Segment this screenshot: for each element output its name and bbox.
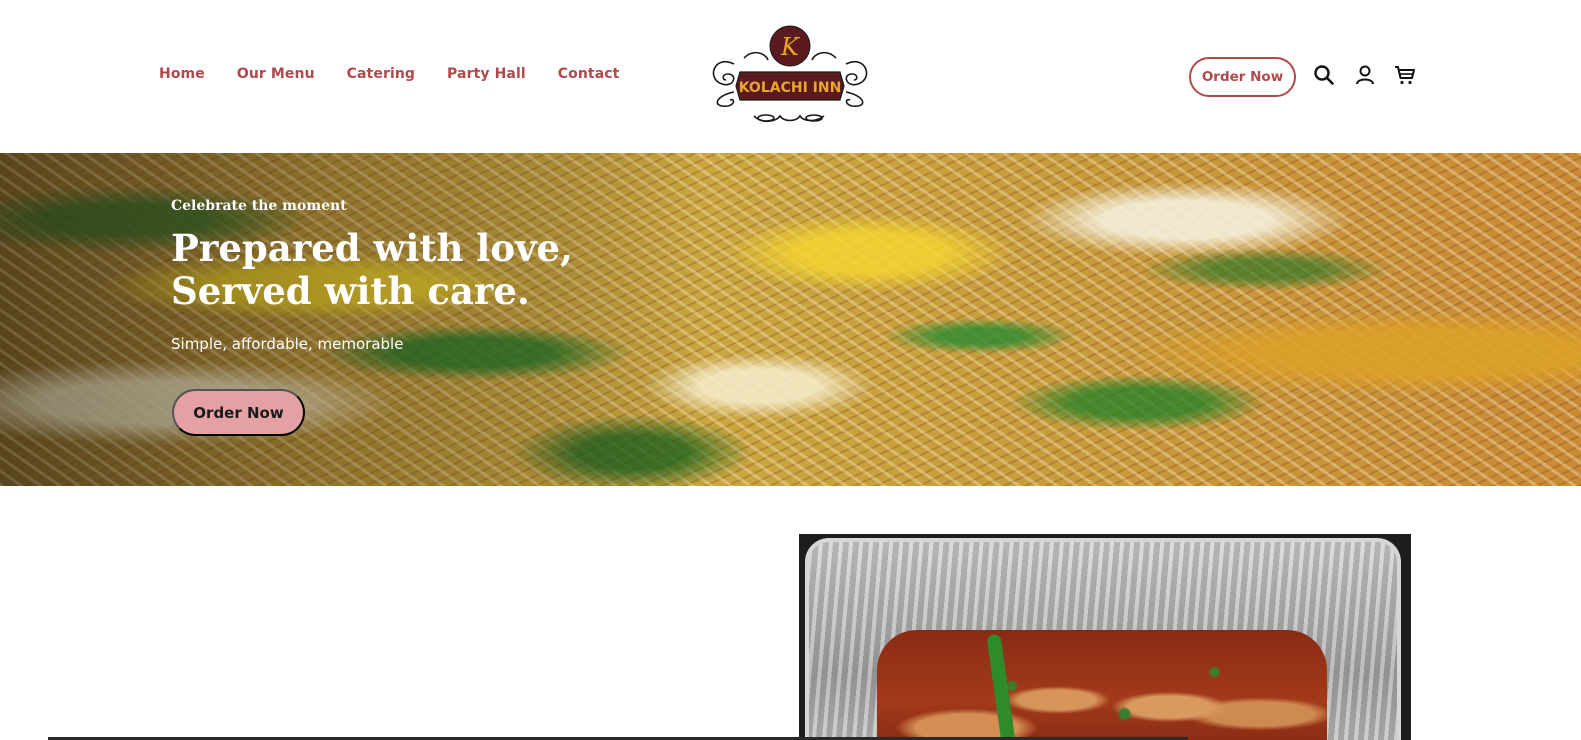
hero-banner: Celebrate the moment Prepared with love,… [0,153,1581,486]
site-logo[interactable]: K KOLACHI INN [704,24,876,130]
hero-title: Prepared with love, Served with care. [171,227,691,313]
cart-icon[interactable] [1393,63,1417,87]
site-header: Home Our Menu Catering Party Hall Contac… [0,0,1581,153]
hero-image-overlay [0,153,700,486]
food-image [799,534,1411,740]
hero-order-now-button[interactable]: Order Now [172,389,305,436]
nav-home[interactable]: Home [159,66,205,82]
hero-eyebrow: Celebrate the moment [171,198,347,214]
hero-subtitle: Simple, affordable, memorable [171,335,404,353]
header-order-now-button[interactable]: Order Now [1189,57,1296,97]
curry-dish [877,630,1327,740]
nav-catering[interactable]: Catering [347,66,415,82]
hero-title-line-2: Served with care. [171,269,530,313]
logo-monogram: K [780,33,801,61]
main-nav: Home Our Menu Catering Party Hall Contac… [159,66,651,82]
nav-contact[interactable]: Contact [558,66,620,82]
search-icon[interactable] [1312,63,1336,87]
hero-title-line-1: Prepared with love, [171,226,573,270]
nav-party-hall[interactable]: Party Hall [447,66,526,82]
account-icon[interactable] [1353,63,1377,87]
logo-name: KOLACHI INN [739,80,842,96]
nav-our-menu[interactable]: Our Menu [237,66,315,82]
